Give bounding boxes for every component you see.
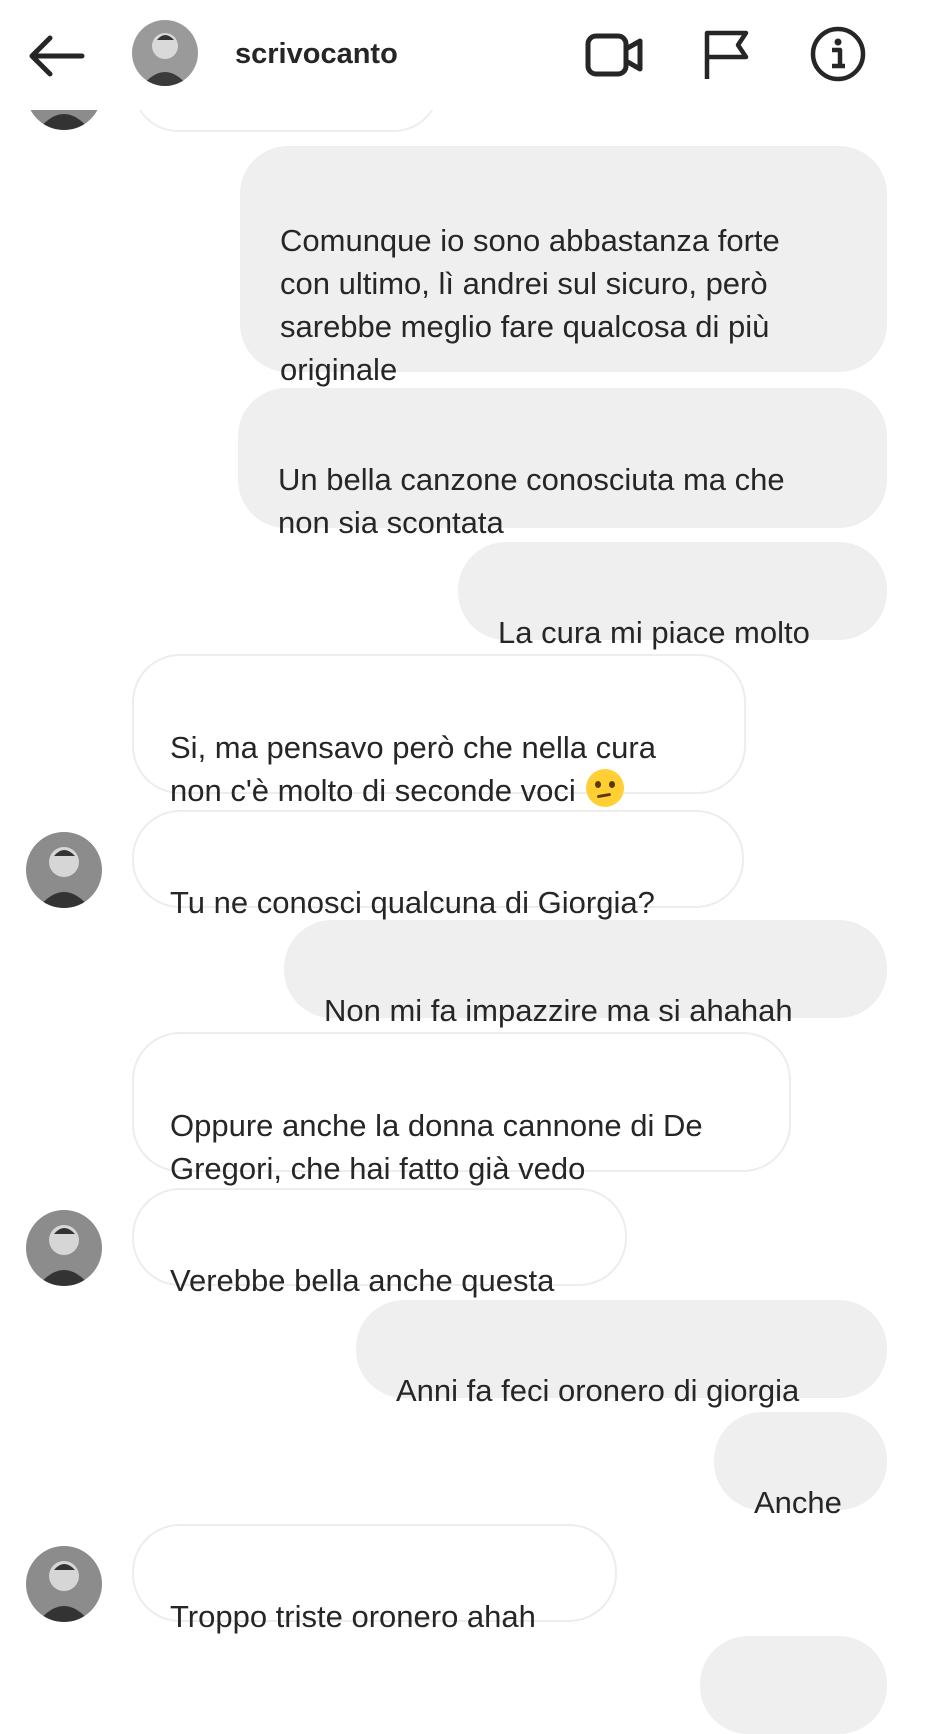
chat-header: scrivocanto xyxy=(0,0,934,110)
contact-avatar[interactable] xyxy=(132,20,198,86)
message-bubble-outgoing[interactable]: Anche xyxy=(714,1412,887,1520)
message-text: Un bella canzone conosciuta ma che non s… xyxy=(278,462,785,540)
message-text: Oppure anche la donna cannone di De Greg… xyxy=(170,1108,703,1186)
message-text: Troppo triste oronero ahah xyxy=(170,1599,536,1634)
message-text: Anni fa feci oronero di giorgia xyxy=(396,1373,800,1408)
message-bubble-incoming[interactable]: Si, ma pensavo però che nella cura non c… xyxy=(132,654,746,808)
message-text: Anche xyxy=(754,1485,842,1520)
flag-icon[interactable] xyxy=(702,29,750,81)
message-bubble-outgoing[interactable]: Comunque io sono abbastanza forte con ul… xyxy=(240,146,887,387)
message-text: Tu ne conosci qualcuna di Giorgia? xyxy=(170,885,655,920)
message-text: La cura mi piace molto xyxy=(498,615,810,650)
message-bubble-outgoing[interactable]: Un bella canzone conosciuta ma che non s… xyxy=(238,388,887,540)
back-arrow-icon[interactable] xyxy=(26,34,86,78)
message-bubble-outgoing[interactable]: Anni fa feci oronero di giorgia xyxy=(356,1300,887,1408)
message-bubble-incoming[interactable]: Oppure anche la donna cannone di De Greg… xyxy=(132,1032,791,1186)
contact-avatar-small[interactable] xyxy=(26,832,102,908)
message-bubble-outgoing[interactable]: La cura mi piace molto xyxy=(458,542,887,650)
message-bubble-outgoing[interactable]: Non mi fa impazzire ma si ahahah xyxy=(284,920,887,1028)
video-camera-icon[interactable] xyxy=(585,31,643,79)
message-bubble-incoming[interactable]: Troppo triste oronero ahah xyxy=(132,1524,617,1634)
message-bubble-partial xyxy=(700,1636,887,1734)
message-bubble-incoming[interactable]: Verebbe bella anche questa xyxy=(132,1188,627,1298)
contact-avatar-small[interactable] xyxy=(26,1546,102,1622)
message-text: Comunque io sono abbastanza forte con ul… xyxy=(280,223,780,387)
thinking-face-emoji-icon xyxy=(585,769,624,807)
message-text: Non mi fa impazzire ma si ahahah xyxy=(324,993,793,1028)
message-text: Verebbe bella anche questa xyxy=(170,1263,555,1298)
message-bubble-incoming[interactable]: Tu ne conosci qualcuna di Giorgia? xyxy=(132,810,744,920)
contact-avatar-small[interactable] xyxy=(26,1210,102,1286)
info-icon[interactable] xyxy=(810,26,866,82)
chat-username[interactable]: scrivocanto xyxy=(235,38,398,71)
message-text: Si, ma pensavo però che nella cura non c… xyxy=(170,730,656,808)
